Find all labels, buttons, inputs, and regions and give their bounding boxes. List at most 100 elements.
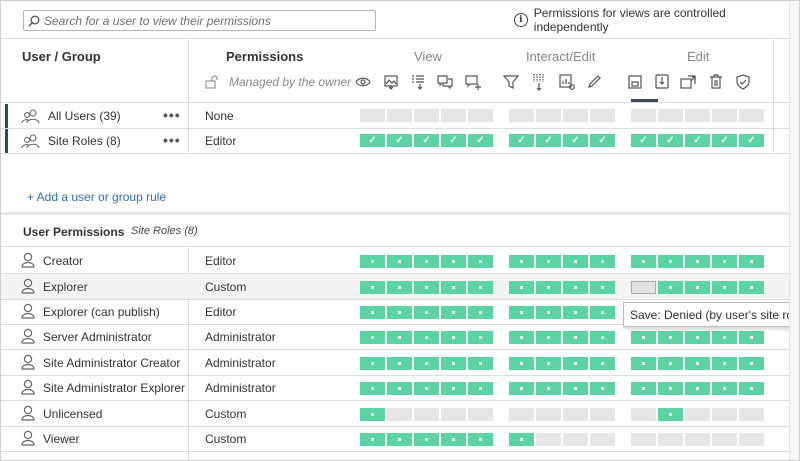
permission-cell-allowed[interactable]: ✓ xyxy=(536,134,561,147)
permission-cell-allowed[interactable] xyxy=(360,433,385,446)
permission-cell-allowed[interactable] xyxy=(509,433,534,446)
permission-cell-allowed[interactable]: ✓ xyxy=(563,134,588,147)
save-icon[interactable] xyxy=(625,72,645,92)
permission-cell-none[interactable] xyxy=(360,109,385,122)
permission-cell-allowed[interactable] xyxy=(590,306,615,319)
permission-cell-allowed[interactable] xyxy=(360,382,385,395)
permission-cell-allowed[interactable] xyxy=(685,357,710,370)
permission-cell-allowed[interactable] xyxy=(360,357,385,370)
permission-cell-allowed[interactable] xyxy=(563,255,588,268)
share-customized-icon[interactable] xyxy=(557,72,577,92)
download-workbook-icon[interactable] xyxy=(652,72,672,92)
permission-cell-allowed[interactable] xyxy=(590,357,615,370)
permission-cell-none[interactable] xyxy=(712,433,737,446)
permission-cell-allowed[interactable] xyxy=(468,306,493,319)
permission-cell-none[interactable] xyxy=(563,433,588,446)
permission-cell-allowed[interactable] xyxy=(414,331,439,344)
view-icon[interactable] xyxy=(353,72,373,92)
filter-icon[interactable] xyxy=(501,72,521,92)
permission-cell-none[interactable] xyxy=(739,433,764,446)
permission-cell-allowed[interactable] xyxy=(414,357,439,370)
permission-cell-allowed[interactable]: ✓ xyxy=(441,134,466,147)
permission-cell-allowed[interactable] xyxy=(536,331,561,344)
permission-cell-allowed[interactable] xyxy=(658,331,683,344)
permission-cell-allowed[interactable] xyxy=(536,357,561,370)
delete-icon[interactable] xyxy=(706,72,726,92)
permission-cell-none[interactable] xyxy=(468,408,493,421)
permission-cell-allowed[interactable]: ✓ xyxy=(631,134,656,147)
permission-cell-allowed[interactable] xyxy=(536,306,561,319)
web-edit-icon[interactable] xyxy=(584,72,604,92)
permission-cell-allowed[interactable] xyxy=(563,306,588,319)
permission-cell-allowed[interactable] xyxy=(468,382,493,395)
permission-cell-allowed[interactable] xyxy=(563,331,588,344)
permission-cell-none[interactable] xyxy=(468,109,493,122)
permission-cell-allowed[interactable]: ✓ xyxy=(712,134,737,147)
permission-cell-allowed[interactable] xyxy=(509,382,534,395)
add-comment-icon[interactable] xyxy=(463,72,483,92)
permission-cell-allowed[interactable] xyxy=(468,433,493,446)
permission-cell-allowed[interactable] xyxy=(360,281,385,294)
permission-cell-allowed[interactable] xyxy=(739,357,764,370)
permission-cell-allowed[interactable] xyxy=(387,306,412,319)
permission-cell-allowed[interactable] xyxy=(387,255,412,268)
rule-role[interactable]: None xyxy=(205,109,234,123)
permission-cell-allowed[interactable] xyxy=(685,382,710,395)
permission-cell-allowed[interactable] xyxy=(360,306,385,319)
permission-cell-allowed[interactable] xyxy=(414,306,439,319)
permission-cell-none[interactable] xyxy=(590,408,615,421)
permission-cell-allowed[interactable] xyxy=(360,255,385,268)
permission-cell-allowed[interactable]: ✓ xyxy=(468,134,493,147)
permission-cell-allowed[interactable] xyxy=(387,281,412,294)
permission-cell-allowed[interactable] xyxy=(563,281,588,294)
permission-cell-allowed[interactable] xyxy=(414,382,439,395)
permission-cell-allowed[interactable]: ✓ xyxy=(590,134,615,147)
permission-cell-none[interactable] xyxy=(658,433,683,446)
permission-cell-allowed[interactable] xyxy=(360,408,385,421)
permission-cell-allowed[interactable] xyxy=(441,433,466,446)
permission-cell-allowed[interactable] xyxy=(441,255,466,268)
permission-cell-allowed[interactable] xyxy=(739,331,764,344)
permission-cell-allowed[interactable] xyxy=(441,357,466,370)
permission-cell-allowed[interactable] xyxy=(685,331,710,344)
permission-cell-allowed[interactable] xyxy=(536,281,561,294)
permission-cell-allowed[interactable] xyxy=(441,382,466,395)
add-rule-link[interactable]: + Add a user or group rule xyxy=(27,190,166,204)
permission-cell-allowed[interactable]: ✓ xyxy=(685,134,710,147)
permission-cell-allowed[interactable] xyxy=(468,357,493,370)
permission-cell-none[interactable] xyxy=(509,408,534,421)
permission-cell-none[interactable] xyxy=(563,109,588,122)
permission-cell-allowed[interactable] xyxy=(590,281,615,294)
permission-cell-allowed[interactable] xyxy=(509,331,534,344)
permission-cell-allowed[interactable] xyxy=(631,357,656,370)
permission-cell-allowed[interactable] xyxy=(387,331,412,344)
permission-cell-allowed[interactable] xyxy=(387,382,412,395)
permission-cell-allowed[interactable] xyxy=(509,255,534,268)
permission-cell-none[interactable] xyxy=(739,109,764,122)
permission-cell-allowed[interactable] xyxy=(658,281,683,294)
permission-cell-allowed[interactable]: ✓ xyxy=(387,134,412,147)
permission-cell-allowed[interactable] xyxy=(387,433,412,446)
permission-cell-none[interactable] xyxy=(685,109,710,122)
permission-cell-none[interactable] xyxy=(536,408,561,421)
permission-cell-allowed[interactable] xyxy=(590,331,615,344)
scrollbar[interactable] xyxy=(789,1,799,460)
permission-cell-none[interactable] xyxy=(631,433,656,446)
permission-cell-allowed[interactable] xyxy=(685,255,710,268)
permission-cell-none[interactable] xyxy=(441,109,466,122)
permission-cell-allowed[interactable]: ✓ xyxy=(739,134,764,147)
more-actions-button[interactable]: ••• xyxy=(163,132,181,148)
permission-cell-allowed[interactable] xyxy=(509,357,534,370)
permission-cell-allowed[interactable] xyxy=(631,255,656,268)
permission-cell-none[interactable] xyxy=(563,408,588,421)
permission-cell-allowed[interactable] xyxy=(712,382,737,395)
search-box[interactable] xyxy=(23,10,376,31)
more-actions-button[interactable]: ••• xyxy=(163,107,181,123)
permission-cell-allowed[interactable] xyxy=(712,281,737,294)
permission-cell-none[interactable] xyxy=(536,109,561,122)
permission-cell-allowed[interactable] xyxy=(739,255,764,268)
permission-cell-allowed[interactable] xyxy=(631,331,656,344)
permission-cell-allowed[interactable] xyxy=(658,382,683,395)
permission-cell-allowed[interactable] xyxy=(590,255,615,268)
permission-cell-allowed[interactable] xyxy=(509,281,534,294)
